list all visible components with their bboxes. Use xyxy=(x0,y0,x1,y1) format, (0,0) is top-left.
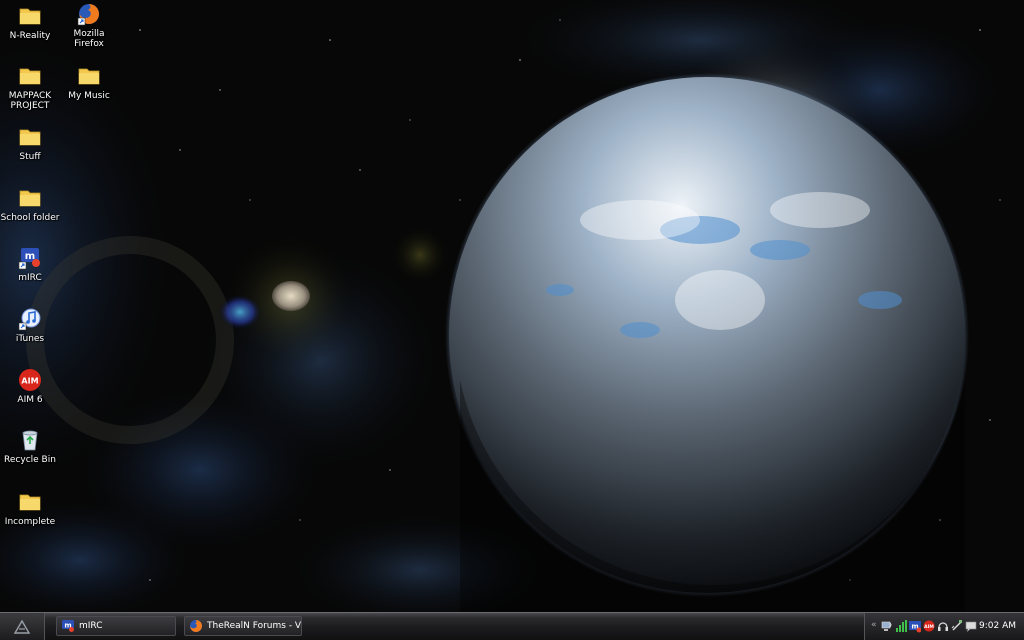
firefox-icon xyxy=(77,4,99,26)
network-icon[interactable] xyxy=(881,619,893,633)
system-tray: « m AIM 9:02 AM xyxy=(864,613,1024,640)
taskbar: m mIRC TheRealN Forums - Vi... « m AIM 9… xyxy=(0,612,1024,640)
start-button[interactable] xyxy=(0,613,45,640)
desktop[interactable]: N-Reality Mozilla Firefox MAPPACK PROJEC… xyxy=(0,0,1024,612)
aim-icon: AIM xyxy=(19,369,41,391)
desktop-icon-aim-6[interactable]: AIM AIM 6 xyxy=(0,368,60,405)
desktop-icon-label: Stuff xyxy=(19,152,41,162)
folder-icon xyxy=(19,129,41,146)
desktop-icon-label: N-Reality xyxy=(9,31,51,41)
clock[interactable]: 9:02 AM xyxy=(979,621,1016,631)
desktop-icon-n-reality[interactable]: N-Reality xyxy=(0,4,60,41)
mirc-tray-icon[interactable]: m xyxy=(909,619,921,633)
folder-icon xyxy=(19,68,41,85)
recycle-bin-icon xyxy=(22,430,38,451)
svg-text:AIM: AIM xyxy=(924,624,934,630)
start-logo-icon xyxy=(13,619,31,634)
desktop-icon-mappack-project[interactable]: MAPPACK PROJECT xyxy=(0,64,60,111)
desktop-icon-label: iTunes xyxy=(15,334,45,344)
taskbar-button-mirc[interactable]: m mIRC xyxy=(56,616,176,636)
show-hidden-icons-button[interactable]: « xyxy=(871,620,877,630)
usb-icon[interactable] xyxy=(951,619,963,633)
desktop-icon-itunes[interactable]: iTunes xyxy=(0,307,60,344)
taskbar-button-label: TheRealN Forums - Vi... xyxy=(207,621,302,631)
folder-icon xyxy=(19,8,41,25)
desktop-icon-mirc[interactable]: m mIRC xyxy=(0,246,60,283)
headset-icon[interactable] xyxy=(937,619,949,633)
aim-tray-icon[interactable]: AIM xyxy=(923,619,935,633)
firefox-icon xyxy=(190,620,202,632)
desktop-icon-recycle-bin[interactable]: Recycle Bin xyxy=(0,428,60,465)
desktop-icon-stuff[interactable]: Stuff xyxy=(0,125,60,162)
folder-icon xyxy=(19,190,41,207)
desktop-icon-label: Recycle Bin xyxy=(4,455,56,465)
desktop-icon-label: Mozilla Firefox xyxy=(73,29,105,49)
svg-text:AIM: AIM xyxy=(21,377,38,386)
desktop-icon-mozilla-firefox[interactable]: Mozilla Firefox xyxy=(59,2,119,49)
desktop-icon-school-folder[interactable]: School folder xyxy=(0,186,60,223)
itunes-icon xyxy=(18,308,41,331)
desktop-icon-label: My Music xyxy=(68,91,110,101)
folder-icon xyxy=(78,68,100,85)
space-wallpaper xyxy=(0,0,1024,612)
desktop-icon-label: mIRC xyxy=(18,273,42,283)
message-icon[interactable] xyxy=(965,619,977,633)
taskbar-button-label: mIRC xyxy=(79,621,103,631)
desktop-icon-incomplete[interactable]: Incomplete xyxy=(0,490,60,527)
folder-icon xyxy=(19,494,41,511)
taskbar-button-firefox[interactable]: TheRealN Forums - Vi... xyxy=(184,616,302,636)
desktop-icon-my-music[interactable]: My Music xyxy=(59,64,119,101)
signal-icon[interactable] xyxy=(895,619,907,633)
mirc-icon: m xyxy=(18,248,40,270)
desktop-icon-label: AIM 6 xyxy=(17,395,43,405)
desktop-icon-label: School folder xyxy=(0,213,60,223)
desktop-icon-label: MAPPACK PROJECT xyxy=(8,91,52,111)
mirc-icon: m xyxy=(62,620,74,632)
desktop-icon-label: Incomplete xyxy=(4,517,56,527)
